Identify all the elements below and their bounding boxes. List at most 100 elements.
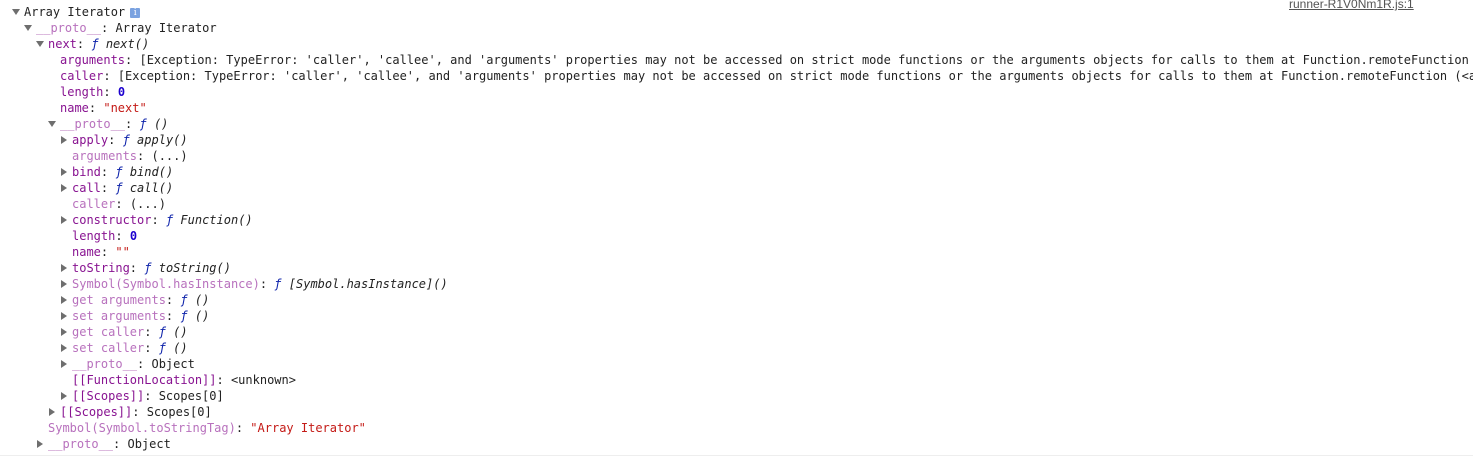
expand-triangle-icon[interactable] — [59, 180, 69, 196]
lazy-getter-value[interactable]: (...) — [130, 197, 166, 211]
expand-triangle-icon[interactable] — [59, 308, 69, 324]
expand-triangle-icon[interactable] — [35, 36, 45, 52]
property-key: toString — [72, 261, 130, 275]
property-key: [[FunctionLocation]] — [72, 373, 217, 387]
function-icon: ƒ — [165, 213, 174, 227]
tree-row-call[interactable]: call: ƒ call() — [0, 180, 1473, 196]
separator: : — [165, 293, 181, 307]
separator: : — [144, 325, 159, 339]
expand-triangle-icon[interactable] — [59, 164, 69, 180]
function-icon: ƒ — [274, 277, 282, 291]
tree-row-proto[interactable]: __proto__: Object — [0, 436, 1473, 452]
tree-row-proto[interactable]: __proto__: ƒ () — [0, 116, 1473, 132]
expand-triangle-icon[interactable] — [59, 276, 69, 292]
property-value: () — [194, 309, 210, 323]
tree-row-set-arguments[interactable]: set arguments: ƒ () — [0, 308, 1473, 324]
tree-row-bind[interactable]: bind: ƒ bind() — [0, 164, 1473, 180]
tree-row-root[interactable]: Array Iterator i — [0, 4, 1473, 20]
separator: : — [100, 181, 116, 195]
tree-row-function-location: [[FunctionLocation]]: <unknown> — [0, 372, 1473, 388]
property-value: bind() — [129, 165, 174, 179]
separator: : — [101, 21, 116, 35]
property-key: length — [60, 85, 104, 99]
property-key: get caller — [72, 325, 145, 339]
tree-row-name: name: "next" — [0, 100, 1473, 116]
tree-row-to-string-tag: Symbol(Symbol.toStringTag): "Array Itera… — [0, 420, 1473, 436]
property-value: () — [173, 325, 188, 339]
tree-row-arguments[interactable]: arguments: (...) — [0, 148, 1473, 164]
tree-row-set-caller[interactable]: set caller: ƒ () — [0, 340, 1473, 356]
tree-row-apply[interactable]: apply: ƒ apply() — [0, 132, 1473, 148]
root-label: Array Iterator — [24, 5, 126, 19]
separator: : — [137, 149, 152, 163]
separator: : — [129, 261, 145, 275]
expand-triangle-icon[interactable] — [59, 356, 69, 372]
property-value: Scopes[0] — [158, 389, 224, 403]
property-value: 0 — [129, 229, 138, 243]
separator: : — [100, 245, 116, 259]
tree-row-get-arguments[interactable]: get arguments: ƒ () — [0, 292, 1473, 308]
expand-triangle-icon[interactable] — [11, 4, 21, 20]
expand-triangle-icon[interactable] — [59, 292, 69, 308]
separator: : — [151, 213, 166, 227]
property-key: Symbol(Symbol.hasInstance) — [72, 277, 260, 291]
property-value: "Array Iterator" — [250, 421, 366, 435]
tree-row-length: length: 0 — [0, 228, 1473, 244]
expand-triangle-icon[interactable] — [59, 212, 69, 228]
property-value: Object — [151, 357, 195, 371]
expand-triangle-icon[interactable] — [59, 340, 69, 356]
property-key: Symbol(Symbol.toStringTag) — [48, 421, 236, 435]
function-icon: ƒ — [144, 261, 152, 275]
tree-row-next[interactable]: next: ƒ next() — [0, 36, 1473, 52]
property-key: next — [48, 37, 77, 51]
tree-row-get-caller[interactable]: get caller: ƒ () — [0, 324, 1473, 340]
property-key: __proto__ — [48, 437, 114, 451]
expand-triangle-icon[interactable] — [59, 324, 69, 340]
property-value: () — [173, 341, 188, 355]
separator: : — [113, 437, 128, 451]
tree-row-scopes[interactable]: [[Scopes]]: Scopes[0] — [0, 404, 1473, 420]
tree-row-tostring[interactable]: toString: ƒ toString() — [0, 260, 1473, 276]
tree-row-constructor[interactable]: constructor: ƒ Function() — [0, 212, 1473, 228]
function-icon: ƒ — [180, 293, 188, 307]
separator: : — [132, 405, 147, 419]
expand-triangle-icon[interactable] — [59, 132, 69, 148]
expand-triangle-icon[interactable] — [47, 404, 57, 420]
tree-row-has-instance[interactable]: Symbol(Symbol.hasInstance): ƒ [Symbol.ha… — [0, 276, 1473, 292]
property-key: __proto__ — [36, 21, 102, 35]
tree-row-scopes[interactable]: [[Scopes]]: Scopes[0] — [0, 388, 1473, 404]
property-key: bind — [72, 165, 101, 179]
info-icon[interactable]: i — [130, 8, 141, 18]
tree-row-proto[interactable]: __proto__: Array Iterator — [0, 20, 1473, 36]
property-value: () — [194, 293, 210, 307]
property-value: () — [153, 117, 169, 131]
function-icon: ƒ — [122, 133, 130, 147]
expand-triangle-icon[interactable] — [59, 260, 69, 276]
tree-row-proto[interactable]: __proto__: Object — [0, 356, 1473, 372]
property-key: caller — [72, 197, 116, 211]
lazy-getter-value[interactable]: (...) — [151, 149, 187, 163]
separator: : — [100, 165, 116, 179]
function-icon: ƒ — [158, 325, 166, 339]
separator: : — [144, 341, 159, 355]
property-value: Function() — [180, 213, 253, 227]
separator: : — [235, 421, 251, 435]
separator: : — [125, 117, 140, 131]
separator: : — [259, 277, 275, 291]
expand-triangle-icon[interactable] — [59, 388, 69, 404]
separator: : — [216, 373, 231, 387]
property-key: set caller — [72, 341, 145, 355]
separator: : — [103, 85, 118, 99]
expand-triangle-icon[interactable] — [35, 436, 45, 452]
separator: : — [165, 309, 181, 323]
function-icon: ƒ — [115, 181, 123, 195]
property-key: arguments — [60, 53, 126, 67]
property-value: [Exception: TypeError: 'caller', 'callee… — [117, 69, 1473, 83]
property-value: call() — [129, 181, 174, 195]
expand-triangle-icon[interactable] — [23, 20, 33, 36]
tree-row-caller[interactable]: caller: (...) — [0, 196, 1473, 212]
expand-triangle-icon[interactable] — [47, 116, 57, 132]
function-icon: ƒ — [139, 117, 147, 131]
property-value: [Exception: TypeError: 'caller', 'callee… — [139, 53, 1473, 67]
property-value: 0 — [117, 85, 126, 99]
